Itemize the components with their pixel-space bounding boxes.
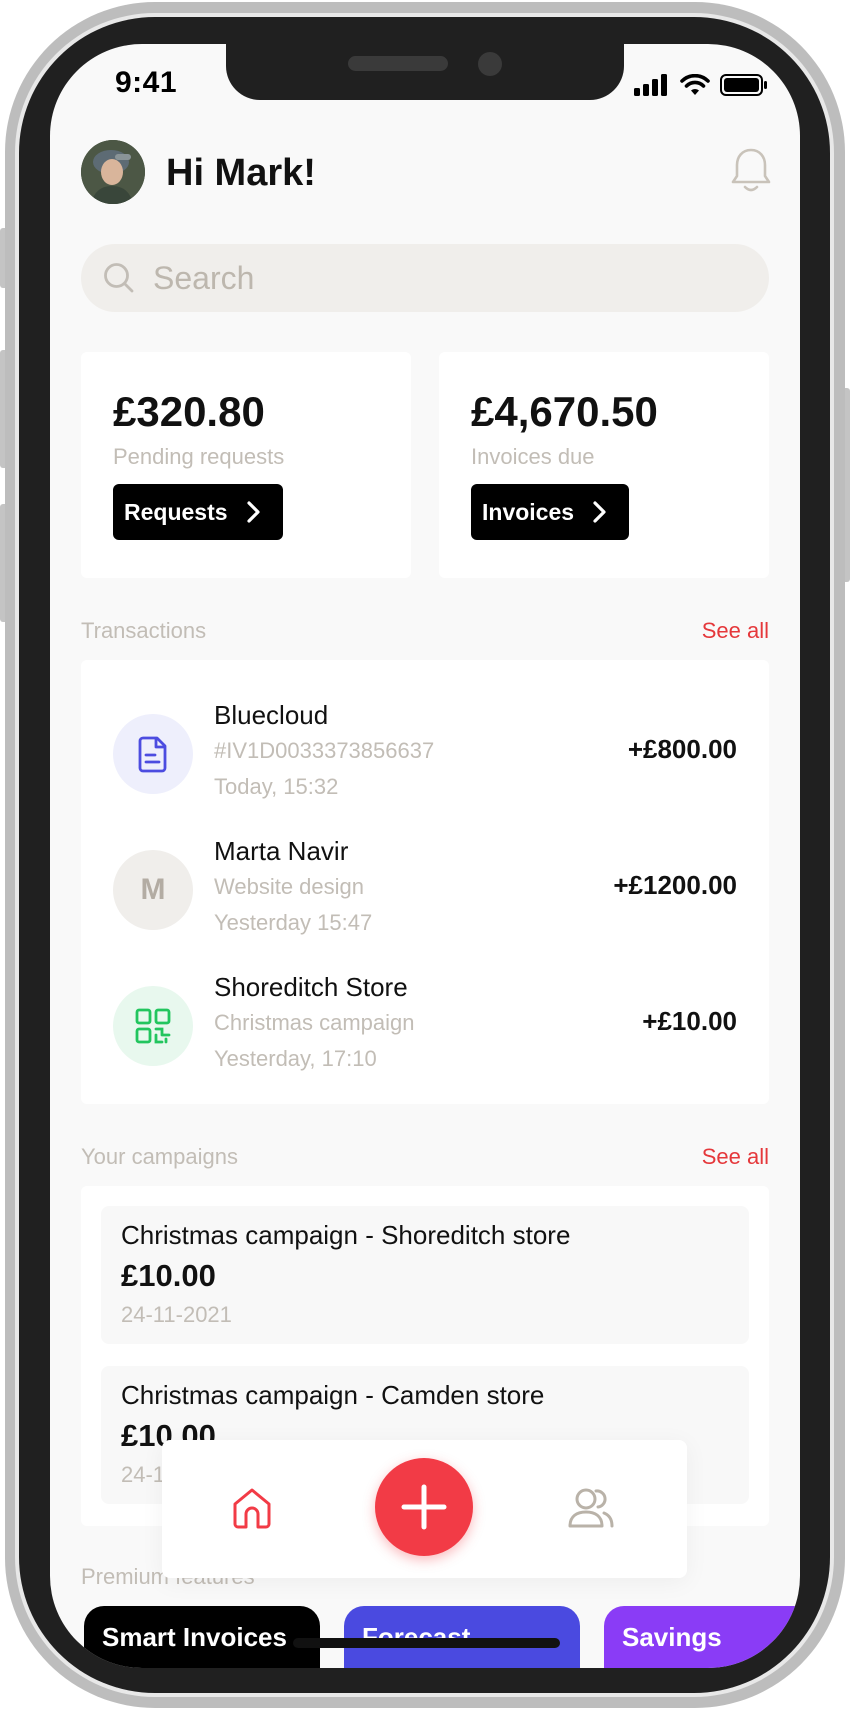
campaign-title: Christmas campaign - Shoreditch store — [121, 1220, 571, 1250]
plus-icon — [401, 1484, 447, 1530]
users-icon — [568, 1488, 614, 1528]
search-icon — [104, 263, 134, 293]
qr-code-icon — [135, 1008, 171, 1044]
transaction-name: Shoreditch Store — [214, 972, 408, 1002]
wifi-icon — [680, 74, 710, 95]
transaction-avatar-initial: M — [113, 850, 193, 930]
transaction-name: Marta Navir — [214, 836, 349, 866]
transaction-date: Today, 15:32 — [214, 774, 339, 799]
header: Hi Mark! — [81, 140, 771, 206]
transaction-avatar — [113, 986, 193, 1066]
notch — [226, 44, 624, 100]
campaign-amount: £10.00 — [121, 1258, 216, 1293]
invoices-button-label: Invoices — [482, 498, 575, 525]
transaction-avatar — [113, 714, 193, 794]
campaign-title: Christmas campaign - Camden store — [121, 1380, 545, 1410]
app-screen: 9:41 Hi Mark! Search £320.80 Pending req… — [50, 44, 800, 1668]
transactions-list: Bluecloud #IV1D0033373856637 Today, 15:3… — [81, 660, 769, 1104]
transaction-amount: +£10.00 — [642, 1006, 737, 1036]
transaction-row[interactable]: Shoreditch Store Christmas campaign Yest… — [81, 972, 769, 1072]
transaction-date: Yesterday, 17:10 — [214, 1046, 377, 1071]
card-amount: £320.80 — [113, 388, 265, 435]
card-label: Pending requests — [113, 444, 285, 469]
transaction-row[interactable]: M Marta Navir Website design Yesterday 1… — [81, 836, 769, 936]
add-button[interactable] — [375, 1458, 473, 1556]
requests-button[interactable]: Requests — [113, 484, 283, 540]
bell-icon — [731, 148, 771, 192]
home-indicator — [293, 1638, 560, 1648]
invoices-due-card: £4,670.50 Invoices due Invoices — [439, 352, 769, 578]
card-amount: £4,670.50 — [471, 388, 658, 435]
transactions-see-all-link[interactable]: See all — [702, 618, 769, 644]
search-bar — [81, 244, 769, 312]
battery-icon — [720, 74, 767, 96]
nav-home-button[interactable] — [230, 1486, 274, 1535]
campaigns-title: Your campaigns — [81, 1144, 238, 1169]
status-icons — [634, 74, 768, 96]
home-icon — [233, 1488, 271, 1529]
transaction-amount: +£1200.00 — [613, 870, 737, 900]
transactions-title: Transactions — [81, 618, 207, 643]
transaction-name: Bluecloud — [214, 700, 329, 730]
transaction-row[interactable]: Bluecloud #IV1D0033373856637 Today, 15:3… — [81, 700, 769, 800]
transaction-detail: #IV1D0033373856637 — [214, 738, 435, 763]
campaign-card[interactable]: Christmas campaign - Shoreditch store £1… — [101, 1206, 749, 1344]
transaction-detail: Website design — [214, 874, 365, 899]
smart-invoices-card[interactable]: Smart Invoices — [84, 1606, 320, 1668]
document-icon — [138, 736, 167, 773]
avatar[interactable] — [81, 140, 145, 204]
savings-card[interactable]: Savings — [604, 1606, 800, 1668]
forecast-card[interactable]: Forecast — [344, 1606, 580, 1668]
campaign-date: 24-11-2021 — [121, 1302, 232, 1327]
speaker — [348, 56, 448, 71]
greeting: Hi Mark! — [166, 152, 316, 194]
card-label: Invoices due — [471, 444, 595, 469]
avatar-photo-icon — [81, 140, 145, 204]
pending-requests-card: £320.80 Pending requests Requests — [81, 352, 411, 578]
status-time: 9:41 — [115, 66, 178, 99]
transaction-detail: Christmas campaign — [214, 1010, 415, 1035]
campaigns-see-all-link[interactable]: See all — [702, 1144, 769, 1170]
requests-button-label: Requests — [124, 498, 228, 525]
chevron-right-icon — [593, 501, 606, 523]
signal-icon — [634, 74, 667, 96]
notifications-button[interactable] — [731, 146, 771, 199]
nav-users-button[interactable] — [568, 1486, 614, 1535]
search-input[interactable] — [151, 258, 715, 298]
chevron-right-icon — [246, 501, 260, 523]
bottom-nav — [162, 1440, 687, 1578]
transaction-amount: +£800.00 — [627, 734, 737, 764]
transaction-date: Yesterday 15:47 — [214, 910, 373, 935]
invoices-button[interactable]: Invoices — [471, 484, 629, 540]
front-camera — [478, 52, 502, 76]
